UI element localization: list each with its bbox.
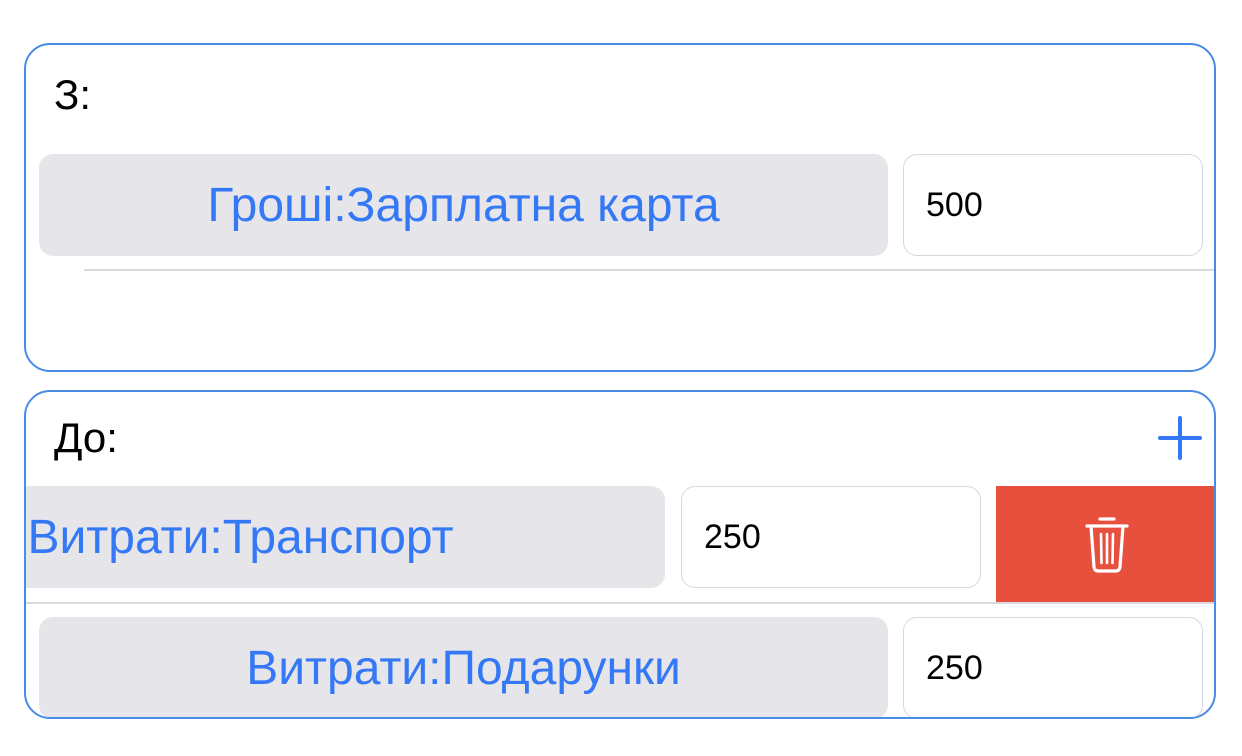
to-card: До: Витрати:Транспорт 250 Витрати:Подару… bbox=[24, 390, 1216, 719]
delete-row-button[interactable] bbox=[996, 486, 1214, 602]
trash-icon bbox=[1085, 517, 1129, 573]
from-row-divider bbox=[84, 269, 1214, 271]
to-account-label: Витрати:Транспорт bbox=[27, 510, 454, 564]
to-amount-field[interactable]: 250 bbox=[681, 486, 981, 588]
from-amount-field[interactable]: 500 bbox=[903, 154, 1203, 256]
from-card: З: Гроші:Зарплатна карта 500 bbox=[24, 43, 1216, 372]
to-amount-value: 250 bbox=[704, 517, 761, 556]
from-label: З: bbox=[54, 71, 92, 118]
from-account-button[interactable]: Гроші:Зарплатна карта bbox=[39, 154, 888, 256]
to-amount-field[interactable]: 250 bbox=[903, 617, 1203, 717]
to-row-divider bbox=[26, 602, 1214, 604]
from-account-label: Гроші:Зарплатна карта bbox=[207, 178, 720, 232]
from-amount-value: 500 bbox=[926, 185, 983, 224]
to-label: До: bbox=[54, 414, 118, 461]
to-account-button[interactable]: Витрати:Транспорт bbox=[26, 486, 665, 588]
to-account-label: Витрати:Подарунки bbox=[246, 641, 681, 695]
to-account-button[interactable]: Витрати:Подарунки bbox=[39, 617, 888, 717]
plus-icon bbox=[1158, 416, 1202, 460]
to-amount-value: 250 bbox=[926, 648, 983, 687]
add-destination-button[interactable] bbox=[1154, 412, 1206, 464]
